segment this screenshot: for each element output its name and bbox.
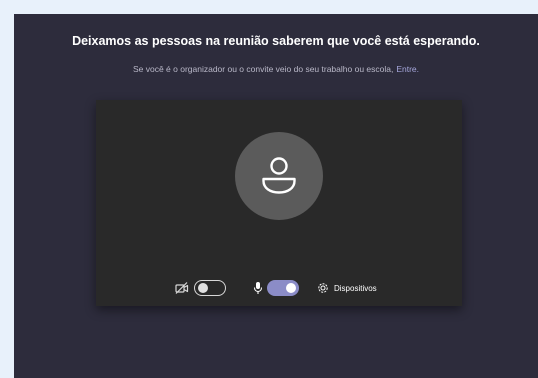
camera-toggle[interactable]: [194, 280, 226, 296]
lobby-window: Deixamos as pessoas na reunião saberem q…: [14, 14, 538, 378]
avatar: [235, 132, 323, 220]
microphone-toggle[interactable]: [267, 280, 299, 296]
sign-in-link[interactable]: Entre.: [396, 64, 419, 74]
microphone-toggle-knob: [286, 283, 296, 293]
devices-button[interactable]: Dispositivos: [334, 284, 377, 293]
page-title: Deixamos as pessoas na reunião saberem q…: [72, 34, 480, 48]
person-icon: [262, 157, 296, 194]
microphone-icon: [253, 282, 263, 294]
video-preview: Dispositivos: [96, 100, 462, 306]
camera-off-icon: [175, 282, 189, 294]
sign-in-hint: Se você é o organizador ou o convite vei…: [14, 64, 538, 74]
camera-toggle-knob: [197, 282, 208, 293]
gear-icon: [318, 283, 328, 293]
sign-in-hint-text: Se você é o organizador ou o convite vei…: [132, 64, 394, 74]
device-controls: Dispositivos: [96, 276, 462, 300]
